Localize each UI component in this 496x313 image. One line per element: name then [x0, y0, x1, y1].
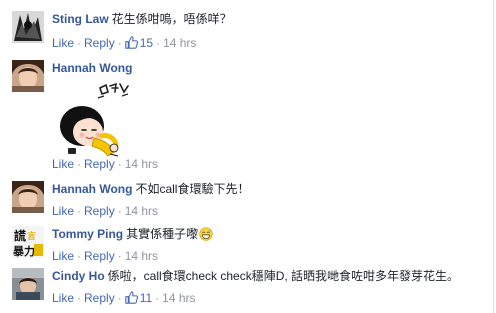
timestamp[interactable]: 14 hrs — [162, 291, 195, 305]
separator-dot: · — [117, 36, 122, 50]
scroll-edge-divider — [493, 0, 494, 313]
comment-actions: Like · Reply · 14 hrs — [52, 157, 158, 171]
comment-author-link[interactable]: Hannah Wong — [52, 182, 132, 196]
comment-actions: Like · Reply · 11 · 14 hrs — [52, 291, 196, 305]
avatar[interactable] — [12, 60, 44, 92]
separator-dot: · — [77, 249, 82, 263]
like-button[interactable]: Like — [52, 157, 74, 171]
reply-button[interactable]: Reply — [84, 249, 115, 263]
comment-text: 花生係咁嗚，唔係咩？ — [111, 12, 232, 26]
reply-button[interactable]: Reply — [84, 291, 115, 305]
separator-dot: · — [117, 204, 122, 218]
comment-author-link[interactable]: Sting Law — [52, 12, 109, 26]
like-button[interactable]: Like — [52, 36, 74, 50]
reply-button[interactable]: Reply — [84, 36, 115, 50]
avatar-badge-line2: 暴力 — [12, 244, 35, 258]
separator-dot: · — [77, 204, 82, 218]
like-button[interactable]: Like — [52, 249, 74, 263]
avatar-badge-side: 言 — [27, 230, 36, 242]
reply-button[interactable]: Reply — [84, 157, 115, 171]
separator-dot: · — [77, 36, 82, 50]
timestamp[interactable]: 14 hrs — [163, 36, 196, 50]
timestamp[interactable]: 14 hrs — [125, 204, 158, 218]
like-count[interactable]: 11 — [124, 291, 153, 305]
separator-dot: · — [117, 291, 122, 305]
comment-text: 其實係種子嚟 — [126, 227, 199, 241]
thumbs-up-icon — [124, 291, 138, 304]
like-count-value: 11 — [139, 291, 153, 305]
sticker-image[interactable] — [52, 82, 132, 160]
like-count[interactable]: 15 — [124, 36, 154, 50]
reply-button[interactable]: Reply — [84, 204, 115, 218]
like-button[interactable]: Like — [52, 204, 74, 218]
comment-actions: Like · Reply · 14 hrs — [52, 204, 158, 218]
like-count-value: 15 — [139, 36, 154, 50]
avatar-badge-line1: 謊 — [14, 228, 26, 243]
avatar[interactable] — [12, 268, 44, 300]
comment-actions: Like · Reply · 14 hrs — [52, 249, 158, 263]
comment-text: 係啦，call食環check check穩陣D, 話晒我哋食咗咁多年發芽花生。 — [107, 269, 460, 283]
separator-dot: · — [156, 36, 161, 50]
timestamp[interactable]: 14 hrs — [125, 157, 158, 171]
separator-dot: · — [77, 157, 82, 171]
comment-author-link[interactable]: Hannah Wong — [52, 61, 132, 75]
comment-text: 不如call食環驗下先！ — [135, 182, 250, 196]
like-button[interactable]: Like — [52, 291, 74, 305]
avatar[interactable] — [12, 11, 44, 43]
separator-dot: · — [155, 291, 160, 305]
thumbs-up-icon — [124, 36, 138, 49]
avatar[interactable] — [12, 181, 44, 213]
comment-author-link[interactable]: Cindy Ho — [52, 269, 105, 283]
comment-actions: Like · Reply · 15 · 14 hrs — [52, 36, 196, 50]
grinning-sweat-emoji-icon — [199, 227, 213, 241]
avatar[interactable]: 謊 言 暴力 — [12, 226, 44, 258]
separator-dot: · — [77, 291, 82, 305]
timestamp[interactable]: 14 hrs — [125, 249, 158, 263]
comment-author-link[interactable]: Tommy Ping — [52, 227, 123, 241]
separator-dot: · — [117, 249, 122, 263]
separator-dot: · — [117, 157, 122, 171]
